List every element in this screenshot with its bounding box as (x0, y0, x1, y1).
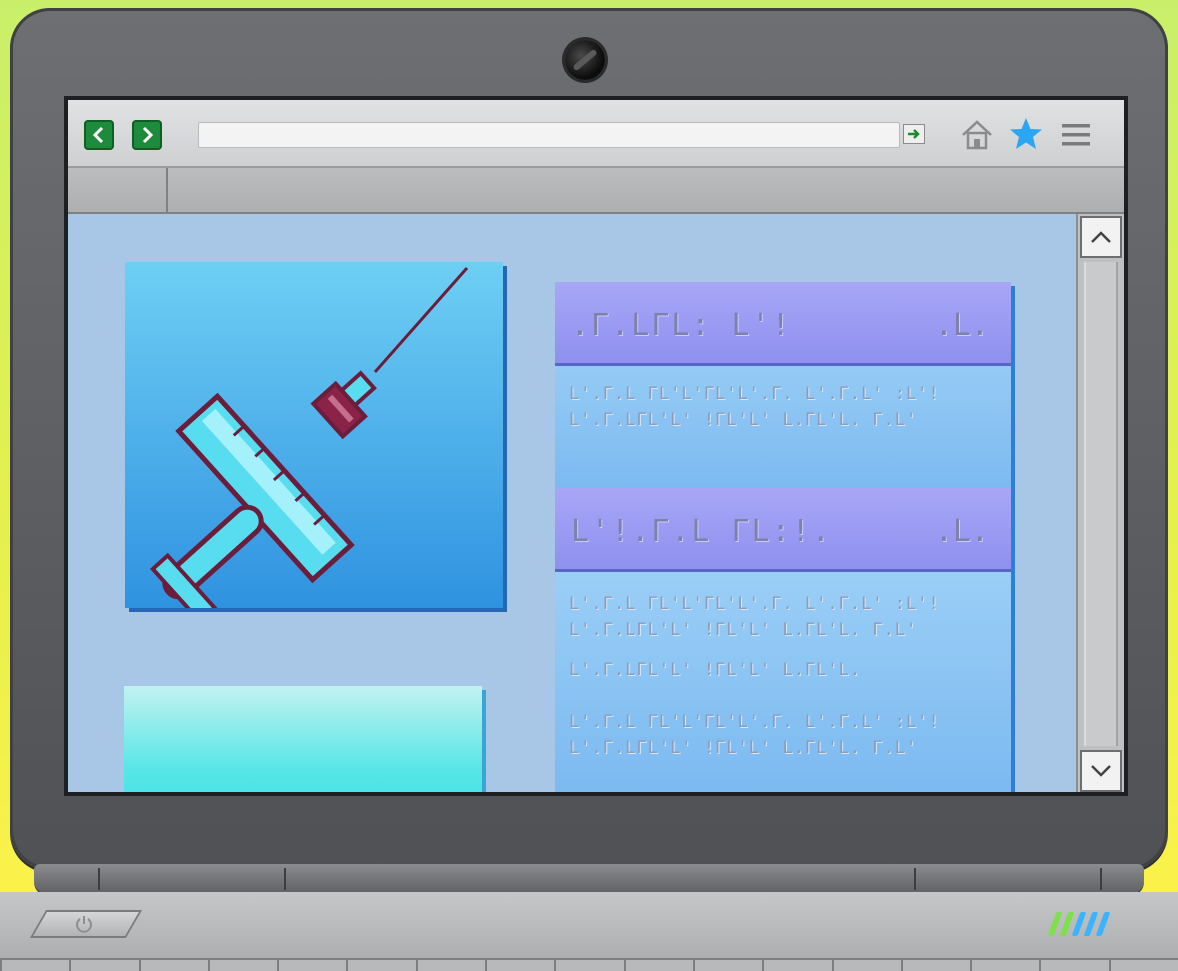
scroll-thumb[interactable] (1084, 262, 1118, 746)
chevron-right-icon (142, 126, 154, 144)
address-bar[interactable] (198, 122, 900, 148)
card-text: L'.Γ.L ΓL'L'ΓL'L'.Γ. L'.Γ.L' :L'! (569, 712, 940, 732)
tab-strip (68, 168, 1124, 214)
card-text: L'.Γ.L ΓL'L'ΓL'L'.Γ. L'.Γ.L' :L'! (569, 384, 940, 404)
keyboard-key[interactable] (277, 958, 347, 971)
laptop-screen: .Γ.LΓL: L'! .L. L'.Γ.L ΓL'L'ΓL'L'.Γ. L'.… (64, 96, 1128, 796)
browser-tab[interactable] (68, 168, 168, 212)
keyboard-key[interactable] (970, 958, 1040, 971)
card-mark: .L. (934, 308, 989, 343)
keyboard-key[interactable] (485, 958, 555, 971)
star-icon[interactable] (1008, 116, 1044, 152)
browser-toolbar (68, 100, 1124, 168)
back-button[interactable] (84, 120, 114, 150)
hinge-divider (914, 868, 916, 890)
card-text: L'.Γ.LΓL'L' !ΓL'L' L.ΓL'L. Γ.L' (569, 620, 918, 640)
keyboard-key[interactable] (831, 958, 901, 971)
keyboard-key[interactable] (900, 958, 971, 971)
arrow-right-icon (908, 129, 920, 139)
chevron-up-icon (1091, 231, 1111, 243)
card-title: L'!.Γ.L ΓL:!. (571, 514, 832, 549)
keyboard-key[interactable] (69, 958, 139, 971)
hamburger-menu-icon[interactable] (1060, 120, 1092, 150)
keyboard-key[interactable] (346, 958, 416, 971)
hinge-divider (1100, 868, 1102, 890)
keyboard-key[interactable] (762, 958, 832, 971)
keyboard-key[interactable] (1108, 958, 1178, 971)
card-title: .Γ.LΓL: L'! (571, 308, 792, 343)
card-mark: .L. (934, 514, 989, 549)
keyboard-key[interactable] (138, 958, 208, 971)
chevron-left-icon (92, 126, 104, 144)
scroll-up-button[interactable] (1080, 216, 1122, 258)
keyboard-key[interactable] (0, 958, 70, 971)
status-leds (1047, 912, 1152, 940)
keyboard-key[interactable] (1039, 958, 1109, 971)
forward-button[interactable] (132, 120, 162, 150)
keyboard-row (0, 958, 1178, 971)
power-icon (76, 916, 92, 933)
content-card: .Γ.LΓL: L'! .L. L'.Γ.L ΓL'L'ΓL'L'.Γ. L'.… (555, 282, 1011, 502)
vertical-scrollbar[interactable] (1076, 214, 1124, 792)
card-text: L'.Γ.LΓL'L' !ΓL'L' L.ΓL'L. Γ.L' (569, 738, 918, 758)
page-viewport: .Γ.LΓL: L'! .L. L'.Γ.L ΓL'L'ΓL'L'.Γ. L'.… (68, 214, 1076, 792)
status-led (1095, 912, 1111, 936)
keyboard-key[interactable] (207, 958, 278, 971)
scroll-down-button[interactable] (1080, 750, 1122, 792)
content-panel (124, 686, 482, 792)
card-header: L'!.Γ.L ΓL:!. .L. (555, 488, 1011, 572)
go-button[interactable] (903, 124, 925, 144)
webcam-icon (565, 40, 605, 80)
laptop-hinge (34, 864, 1144, 894)
card-text: L'.Γ.LΓL'L' !ΓL'L' L.ΓL'L. Γ.L' (569, 410, 918, 430)
syringe-icon (149, 267, 469, 608)
hinge-divider (284, 868, 286, 890)
content-card: L'!.Γ.L ΓL:!. .L. L'.Γ.L ΓL'L'ΓL'L'.Γ. L… (555, 488, 1011, 792)
card-header: .Γ.LΓL: L'! .L. (555, 282, 1011, 366)
hero-image (125, 262, 503, 608)
keyboard-key[interactable] (692, 958, 763, 971)
keyboard-key[interactable] (623, 958, 693, 971)
card-text: L'.Γ.LΓL'L' !ΓL'L' L.ΓL'L. (569, 660, 862, 680)
chevron-down-icon (1091, 765, 1111, 777)
home-icon[interactable] (960, 118, 994, 152)
keyboard-key[interactable] (554, 958, 624, 971)
keyboard-key[interactable] (415, 958, 486, 971)
hinge-divider (98, 868, 100, 890)
card-text: L'.Γ.L ΓL'L'ΓL'L'.Γ. L'.Γ.L' :L'! (569, 594, 940, 614)
